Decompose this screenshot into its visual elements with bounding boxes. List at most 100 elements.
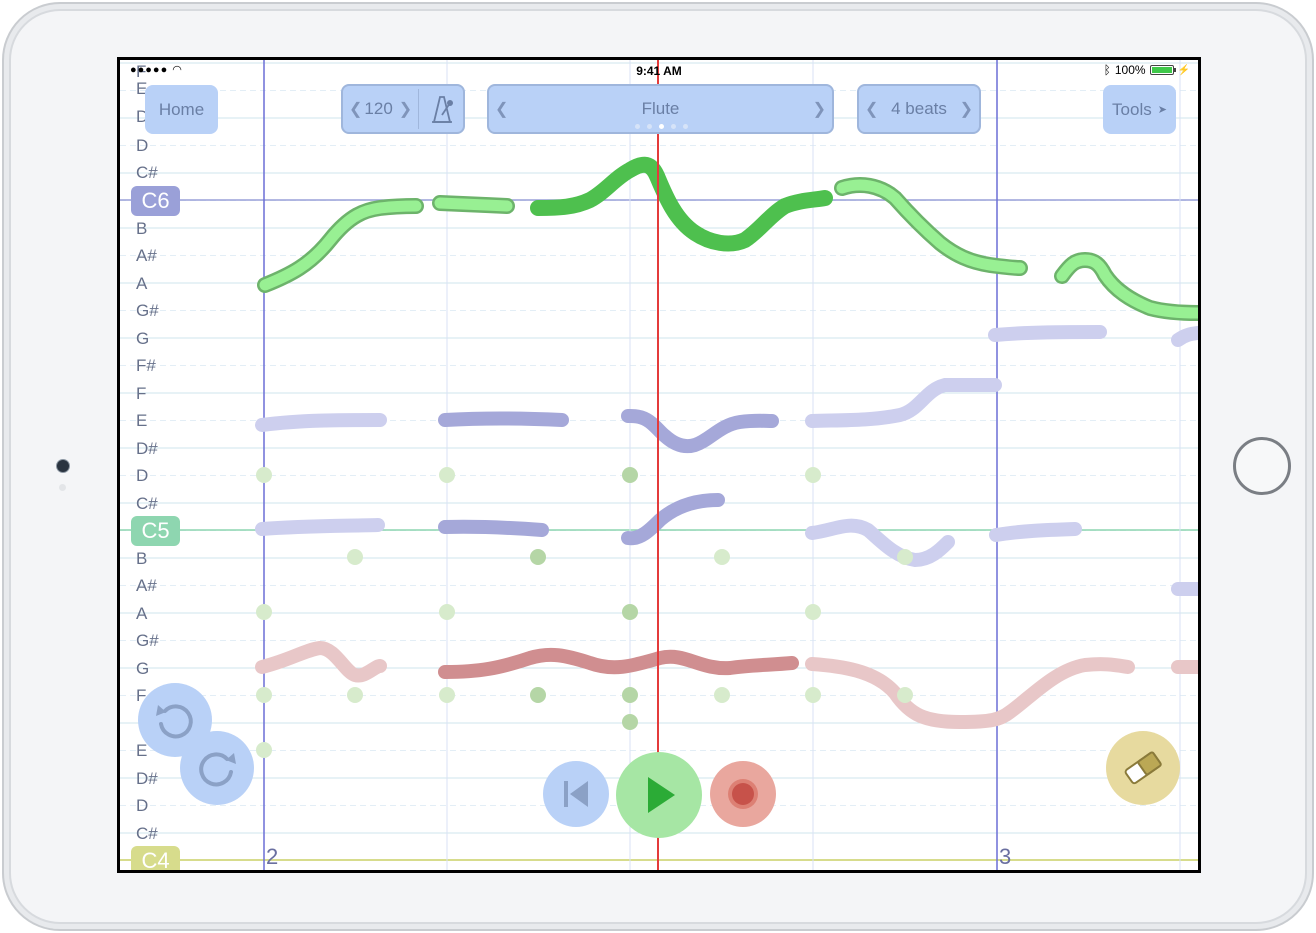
- eraser-button[interactable]: [1106, 731, 1180, 805]
- beat-dot: [897, 687, 913, 703]
- beat-dot: [256, 604, 272, 620]
- beat-dot: [530, 687, 546, 703]
- status-bar: ●●●●● ◠ 9:41 AM ᛒ 100% ⚡: [120, 60, 1198, 80]
- redo-button[interactable]: [180, 731, 254, 805]
- camera-icon: [56, 459, 70, 473]
- staff-canvas[interactable]: [120, 60, 1198, 870]
- pitch-label: C#: [136, 494, 158, 513]
- tempo-divider: [418, 89, 420, 129]
- home-button[interactable]: Home: [145, 85, 218, 134]
- battery-percent: 100%: [1114, 63, 1146, 77]
- instrument-next-icon[interactable]: ❯: [807, 99, 832, 119]
- beat-dot: [805, 604, 821, 620]
- pitch-label: D: [136, 466, 149, 485]
- sensor: [59, 484, 66, 491]
- bass-note: [438, 647, 799, 679]
- instrument-page-dots: [635, 124, 688, 129]
- beat-dot: [805, 687, 821, 703]
- octave-marker-c4[interactable]: C4: [131, 846, 180, 870]
- beat-dot: [622, 687, 638, 703]
- tempo-value: 120: [364, 99, 393, 118]
- harmony-note: [1171, 326, 1198, 347]
- harmony-note: [255, 413, 387, 432]
- chevron-right-icon: ➤: [1157, 104, 1167, 116]
- harmony-note: [988, 325, 1107, 342]
- beat-dot: [897, 549, 913, 565]
- melody-track: [257, 156, 1198, 321]
- pitch-label: B: [136, 219, 148, 238]
- harmony-note: [255, 518, 385, 536]
- tools-button[interactable]: Tools ➤: [1103, 85, 1176, 134]
- tempo-increase-icon[interactable]: ❯: [393, 99, 418, 119]
- tools-label: Tools: [1112, 99, 1152, 119]
- melody-note: [434, 197, 513, 212]
- pitch-label: G#: [136, 631, 159, 650]
- eraser-icon: [1124, 751, 1162, 785]
- measure-number: 2: [266, 844, 279, 869]
- pitch-label: F#: [136, 356, 156, 375]
- length-label: 4 beats: [891, 99, 947, 118]
- battery-icon: [1149, 65, 1176, 75]
- beat-dot: [439, 604, 455, 620]
- length-next-icon[interactable]: ❯: [954, 99, 979, 119]
- redo-icon: [199, 752, 236, 787]
- status-time: 9:41 AM: [636, 64, 682, 78]
- beat-dot: [439, 467, 455, 483]
- pitch-label: A: [136, 274, 148, 293]
- beat-dot: [805, 467, 821, 483]
- beat-dot: [256, 467, 272, 483]
- hardware-home-button[interactable]: [1233, 437, 1291, 495]
- beat-dot: [714, 549, 730, 565]
- harmony-track: [255, 325, 1198, 596]
- screen: F E D D C# B A# A G# G F# F E D# D C# B A# A G# G F E D# D C# C6 …: [117, 57, 1201, 873]
- harmony-note: [438, 519, 549, 537]
- instrument-prev-icon[interactable]: ❮: [489, 99, 514, 119]
- rewind-button[interactable]: [543, 761, 609, 827]
- beat-dot: [347, 549, 363, 565]
- pitch-label: F: [136, 384, 147, 403]
- melody-note: [1054, 251, 1198, 321]
- beat-dot: [439, 687, 455, 703]
- metronome-icon[interactable]: [428, 93, 456, 125]
- tempo-control[interactable]: ❮ 120 ❯: [341, 84, 465, 134]
- pitch-label: A: [136, 604, 148, 623]
- harmony-note: [621, 493, 725, 546]
- pitch-label: D#: [136, 439, 158, 458]
- beat-dot: [714, 687, 730, 703]
- octave-marker-c5[interactable]: C5: [131, 516, 180, 546]
- pitch-label: E: [136, 741, 148, 760]
- instrument-selector[interactable]: ❮ Flute ❯: [487, 84, 834, 134]
- pitch-label: A#: [136, 576, 157, 595]
- bass-note: [255, 640, 387, 683]
- pitch-label: D: [136, 796, 149, 815]
- beat-dot: [256, 742, 272, 758]
- pitch-label: D#: [136, 769, 158, 788]
- octave-marker-c6[interactable]: C6: [131, 186, 180, 216]
- record-button[interactable]: [710, 761, 776, 827]
- pitch-label: C#: [136, 163, 158, 182]
- harmony-note: [989, 522, 1082, 542]
- pitch-label: B: [136, 549, 148, 568]
- melody-note-active: [530, 156, 833, 252]
- pitch-label: G: [136, 659, 150, 678]
- length-selector[interactable]: ❮ 4 beats ❯: [857, 84, 981, 134]
- undo-icon: [156, 704, 193, 739]
- music-canvas[interactable]: F E D D C# B A# A G# G F# F E D# D C# B A# A G# G F E D# D C# C6 …: [120, 60, 1198, 870]
- beat-dot: [256, 687, 272, 703]
- pitch-label: G: [136, 329, 150, 348]
- play-button[interactable]: [616, 752, 702, 838]
- length-prev-icon[interactable]: ❮: [859, 99, 884, 119]
- pitch-label: G#: [136, 301, 159, 320]
- instrument-name: Flute: [641, 99, 680, 118]
- home-button-label: Home: [158, 99, 205, 119]
- pitch-label: C#: [136, 824, 158, 843]
- rewind-icon: [564, 781, 588, 807]
- bluetooth-icon: ᛒ: [1103, 63, 1111, 77]
- charging-icon: ⚡: [1177, 64, 1190, 76]
- beat-dot: [347, 687, 363, 703]
- pitch-label: D: [136, 136, 149, 155]
- pitch-label: E: [136, 411, 148, 430]
- bass-track: [255, 640, 1198, 730]
- status-right: ᛒ 100% ⚡: [1104, 63, 1190, 77]
- harmony-note: [805, 377, 1002, 428]
